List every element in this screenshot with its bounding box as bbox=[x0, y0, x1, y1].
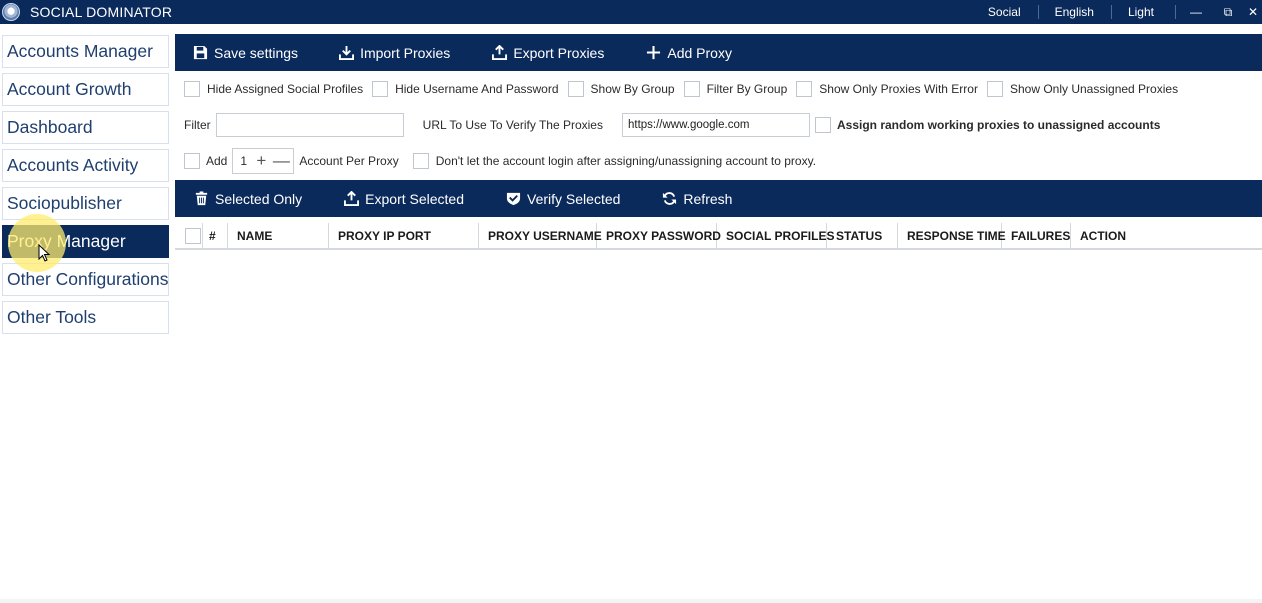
hide-credentials-option: Hide Username And Password bbox=[372, 81, 559, 97]
column-header-name[interactable]: NAME bbox=[228, 222, 329, 249]
column-header-response-time[interactable]: RESPONSE TIME bbox=[898, 222, 1006, 249]
dont-login-label: Don't let the account login after assign… bbox=[435, 154, 817, 168]
minimize-icon[interactable]: — bbox=[1180, 0, 1212, 24]
title-bar: SOCIAL DOMINATOR Social English Light — … bbox=[0, 0, 1262, 24]
selected-only-button[interactable]: Selected Only bbox=[194, 191, 302, 207]
restore-icon[interactable]: ⧉ bbox=[1212, 0, 1244, 24]
add-checkbox[interactable] bbox=[184, 153, 200, 169]
add-proxy-label: Add Proxy bbox=[667, 44, 732, 61]
show-by-group-label: Show By Group bbox=[590, 82, 675, 96]
only-unassigned-option: Show Only Unassigned Proxies bbox=[986, 81, 1179, 97]
only-errors-option: Show Only Proxies With Error bbox=[796, 81, 978, 97]
save-settings-button[interactable]: Save settings bbox=[193, 45, 298, 61]
save-icon bbox=[193, 45, 208, 60]
selection-toolbar: Selected Only Export Selected Verify Sel… bbox=[175, 180, 1262, 217]
proxy-table-header: # NAME PROXY IP PORT PROXY USERNAME PROX… bbox=[175, 222, 1262, 250]
language-menu[interactable]: English bbox=[1037, 0, 1111, 24]
hide-assigned-checkbox[interactable] bbox=[184, 81, 200, 97]
verify-selected-button[interactable]: Verify Selected bbox=[506, 191, 620, 207]
export-selected-label: Export Selected bbox=[365, 190, 465, 207]
only-unassigned-checkbox[interactable] bbox=[986, 81, 1003, 97]
sidebar-item-other-configurations[interactable]: Other Configurations bbox=[2, 263, 169, 296]
shield-check-icon bbox=[506, 192, 521, 206]
refresh-icon bbox=[663, 192, 677, 205]
refresh-label: Refresh bbox=[683, 190, 733, 207]
add-proxy-button[interactable]: Add Proxy bbox=[646, 45, 732, 61]
top-toolbar: Save settings Import Proxies Export Prox… bbox=[175, 34, 1262, 71]
status-strip bbox=[0, 599, 1262, 603]
social-menu[interactable]: Social bbox=[971, 0, 1038, 24]
hide-credentials-checkbox[interactable] bbox=[372, 81, 389, 97]
app-logo-icon bbox=[2, 3, 20, 21]
add-label: Add bbox=[206, 154, 228, 168]
export-proxies-label: Export Proxies bbox=[513, 44, 605, 61]
sidebar-item-sociopublisher[interactable]: Sociopublisher bbox=[2, 187, 169, 220]
column-header-index[interactable]: # bbox=[203, 222, 228, 249]
theme-menu[interactable]: Light bbox=[1110, 0, 1171, 24]
filter-by-group-checkbox[interactable] bbox=[683, 81, 700, 97]
hide-assigned-option: Hide Assigned Social Profiles bbox=[184, 81, 363, 97]
export-icon bbox=[344, 191, 360, 206]
import-proxies-label: Import Proxies bbox=[360, 44, 451, 61]
only-unassigned-label: Show Only Unassigned Proxies bbox=[1009, 82, 1179, 96]
app-title: SOCIAL DOMINATOR bbox=[30, 4, 173, 20]
sidebar-item-proxy-manager[interactable]: Proxy Manager bbox=[2, 225, 169, 258]
sidebar-item-accounts-manager[interactable]: Accounts Manager bbox=[2, 35, 169, 68]
only-errors-checkbox[interactable] bbox=[796, 81, 813, 97]
export-selected-button[interactable]: Export Selected bbox=[344, 191, 464, 207]
save-settings-label: Save settings bbox=[214, 44, 299, 61]
sidebar-item-accounts-activity[interactable]: Accounts Activity bbox=[2, 149, 169, 182]
assign-random-checkbox[interactable] bbox=[814, 117, 831, 133]
filter-input[interactable] bbox=[215, 113, 404, 137]
sidebar-item-other-tools[interactable]: Other Tools bbox=[2, 301, 169, 334]
close-icon[interactable]: ✕ bbox=[1244, 0, 1262, 24]
filter-by-group-label: Filter By Group bbox=[706, 82, 788, 96]
select-all-column bbox=[175, 222, 203, 249]
column-header-action[interactable]: ACTION bbox=[1071, 223, 1151, 249]
assign-row: Add 1 + — Account Per Proxy Don't let th… bbox=[184, 148, 816, 174]
sidebar: Accounts Manager Account Growth Dashboar… bbox=[2, 35, 169, 339]
sidebar-item-dashboard[interactable]: Dashboard bbox=[2, 111, 169, 144]
column-header-failures[interactable]: FAILURES bbox=[1002, 222, 1071, 249]
divider bbox=[1175, 5, 1176, 19]
export-icon bbox=[492, 45, 508, 60]
verify-url-label: URL To Use To Verify The Proxies bbox=[422, 118, 603, 132]
refresh-button[interactable]: Refresh bbox=[662, 191, 732, 207]
account-count-stepper[interactable]: 1 + — bbox=[232, 148, 295, 174]
title-bar-menu: Social English Light — ⧉ ✕ bbox=[971, 0, 1262, 24]
account-per-proxy-label: Account Per Proxy bbox=[299, 154, 399, 168]
column-header-status[interactable]: STATUS bbox=[827, 222, 898, 249]
selected-only-label: Selected Only bbox=[215, 190, 303, 207]
display-options: Hide Assigned Social Profiles Hide Usern… bbox=[184, 81, 1178, 97]
hide-assigned-label: Hide Assigned Social Profiles bbox=[207, 82, 364, 96]
select-all-checkbox[interactable] bbox=[185, 227, 201, 244]
trash-icon bbox=[195, 191, 208, 206]
show-by-group-checkbox[interactable] bbox=[567, 81, 584, 97]
increment-icon[interactable]: + bbox=[251, 150, 271, 172]
plus-icon bbox=[647, 45, 661, 60]
show-by-group-option: Show By Group bbox=[567, 81, 675, 97]
filter-label: Filter bbox=[184, 118, 211, 132]
column-header-proxy-username[interactable]: PROXY USERNAME bbox=[479, 222, 602, 249]
column-header-proxy-password[interactable]: PROXY PASSWORD bbox=[597, 222, 721, 249]
account-count-value[interactable]: 1 bbox=[233, 154, 251, 168]
mouse-pointer-icon bbox=[38, 244, 50, 262]
import-icon bbox=[339, 45, 355, 60]
filter-by-group-option: Filter By Group bbox=[683, 81, 788, 97]
export-proxies-button[interactable]: Export Proxies bbox=[492, 45, 604, 61]
filter-row: Filter URL To Use To Verify The Proxies … bbox=[184, 113, 1160, 137]
decrement-icon[interactable]: — bbox=[271, 150, 291, 172]
column-header-social-profiles[interactable]: SOCIAL PROFILES bbox=[717, 222, 834, 249]
proxy-manager-panel: Save settings Import Proxies Export Prox… bbox=[175, 34, 1262, 250]
sidebar-item-account-growth[interactable]: Account Growth bbox=[2, 73, 169, 106]
assign-random-label: Assign random working proxies to unassig… bbox=[836, 118, 1161, 132]
dont-login-checkbox[interactable] bbox=[412, 153, 429, 169]
import-proxies-button[interactable]: Import Proxies bbox=[339, 45, 450, 61]
column-header-proxy-ip-port[interactable]: PROXY IP PORT bbox=[329, 222, 479, 249]
verify-selected-label: Verify Selected bbox=[527, 190, 621, 207]
only-errors-label: Show Only Proxies With Error bbox=[819, 82, 978, 96]
verify-url-input[interactable]: https://www.google.com bbox=[621, 113, 810, 137]
hide-credentials-label: Hide Username And Password bbox=[395, 82, 559, 96]
